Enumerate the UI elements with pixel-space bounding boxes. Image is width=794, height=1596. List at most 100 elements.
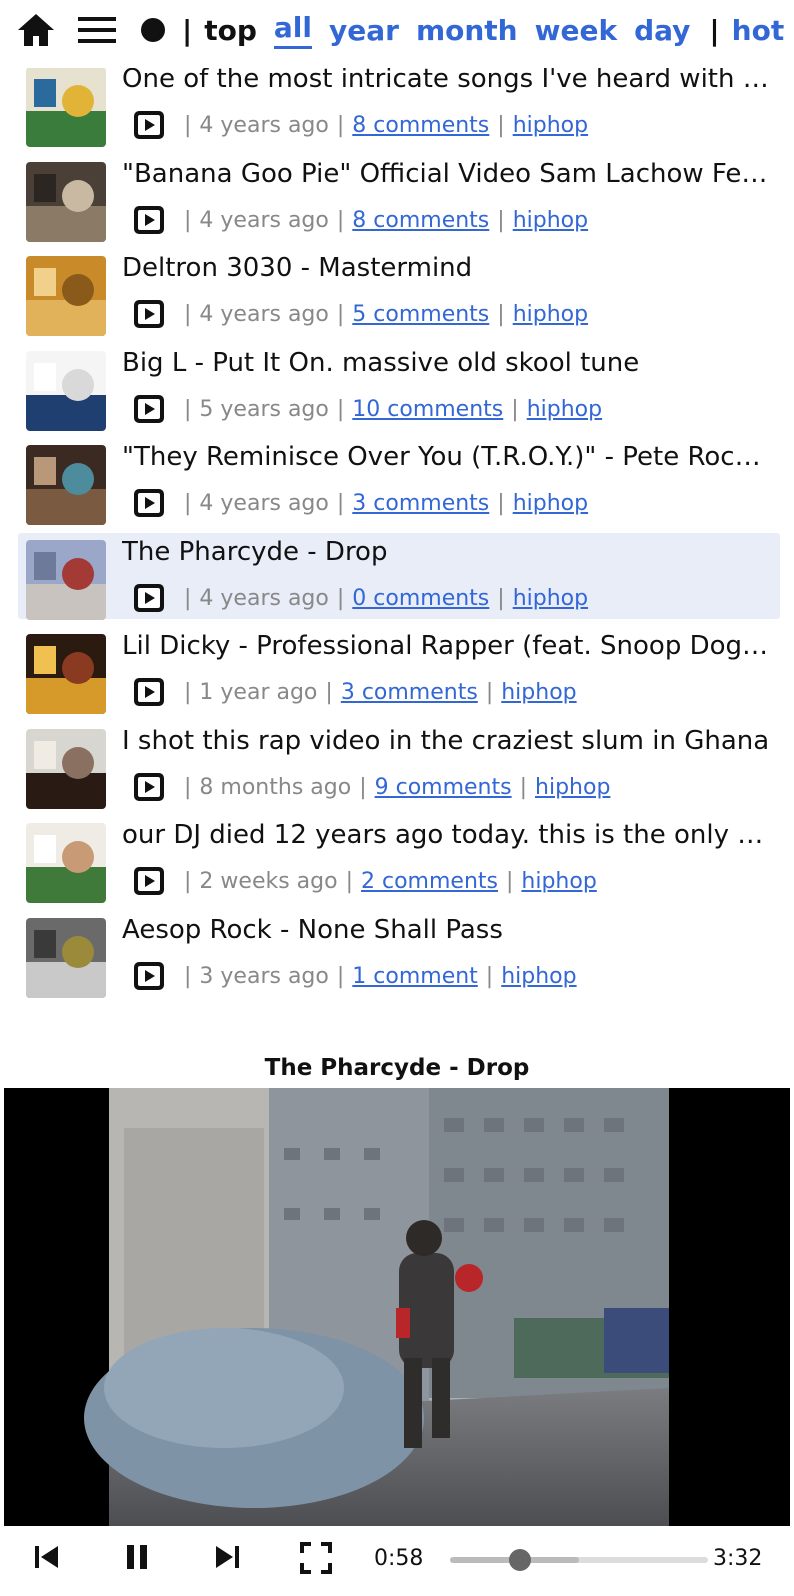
play-box-icon[interactable] bbox=[132, 204, 166, 236]
list-item[interactable]: The Pharcyde - Drop | 4 years ago | 0 commen… bbox=[18, 533, 780, 620]
item-title[interactable]: The Pharcyde - Drop bbox=[122, 537, 772, 567]
video-thumbnail[interactable] bbox=[26, 162, 106, 242]
skip-previous-icon[interactable] bbox=[32, 1542, 62, 1576]
meta-separator: | bbox=[325, 679, 333, 705]
tag-link[interactable]: hiphop bbox=[527, 397, 602, 422]
item-meta: | 8 months ago | 9 comments | hiphop bbox=[132, 770, 610, 804]
item-meta: | 4 years ago | 0 comments | hiphop bbox=[132, 581, 588, 615]
meta-separator: | bbox=[336, 301, 345, 327]
video-thumbnail[interactable] bbox=[26, 68, 106, 147]
tag-link[interactable]: hiphop bbox=[535, 775, 610, 800]
list-item[interactable]: Lil Dicky - Professional Rapper (feat. S… bbox=[18, 627, 780, 714]
comments-link[interactable]: 5 comments bbox=[352, 302, 489, 327]
list-item[interactable]: I shot this rap video in the craziest sl… bbox=[18, 722, 780, 809]
list-item[interactable]: Big L - Put It On. massive old skool tun… bbox=[18, 344, 780, 431]
sort-top-label[interactable]: top bbox=[204, 14, 257, 47]
play-box-icon[interactable] bbox=[132, 676, 166, 708]
meta-separator: | bbox=[359, 774, 367, 800]
tag-link[interactable]: hiphop bbox=[513, 302, 588, 327]
tab-all[interactable]: all bbox=[273, 11, 312, 49]
seek-handle[interactable] bbox=[509, 1549, 532, 1571]
player-controls: 0:58 3:32 bbox=[4, 1526, 790, 1592]
item-meta: | 5 years ago | 10 comments | hiphop bbox=[132, 392, 602, 426]
tag-link[interactable]: hiphop bbox=[513, 208, 588, 233]
tag-link[interactable]: hiphop bbox=[513, 113, 588, 138]
video-frame[interactable] bbox=[4, 1088, 790, 1526]
item-title[interactable]: our DJ died 12 years ago today. this is … bbox=[122, 820, 772, 850]
list-item[interactable]: Deltron 3030 - Mastermind | 4 years ago | 5 … bbox=[18, 249, 780, 336]
item-meta: | 1 year ago | 3 comments | hiphop bbox=[132, 675, 577, 709]
video-thumbnail[interactable] bbox=[26, 823, 106, 903]
comments-link[interactable]: 2 comments bbox=[361, 869, 498, 894]
comments-link[interactable]: 0 comments bbox=[352, 586, 489, 611]
meta-separator: | bbox=[184, 868, 192, 894]
play-box-icon[interactable] bbox=[132, 487, 166, 519]
comments-link[interactable]: 9 comments bbox=[375, 775, 512, 800]
meta-separator: | bbox=[184, 679, 192, 705]
item-title[interactable]: Lil Dicky - Professional Rapper (feat. S… bbox=[122, 631, 772, 661]
tab-day[interactable]: day bbox=[634, 14, 690, 47]
circle-icon[interactable] bbox=[140, 15, 166, 45]
play-box-icon[interactable] bbox=[132, 298, 166, 330]
tab-hot[interactable]: hot bbox=[732, 14, 785, 47]
list-item[interactable]: One of the most intricate songs I've hea… bbox=[18, 68, 780, 147]
item-age: 3 years ago bbox=[199, 963, 329, 989]
comments-link[interactable]: 1 comment bbox=[352, 964, 478, 989]
play-box-icon[interactable] bbox=[132, 865, 166, 897]
comments-link[interactable]: 8 comments bbox=[352, 113, 489, 138]
play-box-icon[interactable] bbox=[132, 960, 166, 992]
home-icon[interactable] bbox=[16, 8, 56, 52]
item-title[interactable]: "They Reminisce Over You (T.R.O.Y.)" - P… bbox=[122, 442, 772, 472]
item-title[interactable]: Big L - Put It On. massive old skool tun… bbox=[122, 348, 772, 378]
pause-icon[interactable] bbox=[122, 1542, 152, 1576]
item-title[interactable]: One of the most intricate songs I've hea… bbox=[122, 68, 772, 94]
item-title[interactable]: Aesop Rock - None Shall Pass bbox=[122, 915, 772, 945]
tab-week[interactable]: week bbox=[535, 14, 617, 47]
video-thumbnail[interactable] bbox=[26, 351, 106, 431]
video-thumbnail[interactable] bbox=[26, 729, 106, 809]
meta-separator: | bbox=[184, 207, 192, 233]
meta-separator: | bbox=[497, 585, 505, 611]
meta-separator: | bbox=[184, 774, 192, 800]
skip-next-icon[interactable] bbox=[212, 1542, 242, 1576]
play-box-icon[interactable] bbox=[132, 393, 166, 425]
play-box-icon[interactable] bbox=[132, 109, 166, 141]
tab-year[interactable]: year bbox=[329, 14, 399, 47]
tag-link[interactable]: hiphop bbox=[513, 586, 588, 611]
video-thumbnail[interactable] bbox=[26, 540, 106, 620]
item-title[interactable]: I shot this rap video in the craziest sl… bbox=[122, 726, 772, 756]
list-item[interactable]: our DJ died 12 years ago today. this is … bbox=[18, 816, 780, 903]
meta-separator: | bbox=[184, 585, 192, 611]
tag-link[interactable]: hiphop bbox=[501, 680, 576, 705]
list-item[interactable]: "Banana Goo Pie" Official Video Sam Lach… bbox=[18, 155, 780, 242]
video-thumbnail[interactable] bbox=[26, 918, 106, 998]
tag-link[interactable]: hiphop bbox=[521, 869, 596, 894]
item-age: 4 years ago bbox=[199, 112, 329, 138]
tag-link[interactable]: hiphop bbox=[501, 964, 576, 989]
item-title[interactable]: "Banana Goo Pie" Official Video Sam Lach… bbox=[122, 159, 772, 189]
top-navigation-bar: | top all year month week day | hot bbox=[0, 0, 794, 60]
tab-month[interactable]: month bbox=[416, 14, 518, 47]
item-age: 4 years ago bbox=[199, 490, 329, 516]
comments-link[interactable]: 10 comments bbox=[352, 397, 503, 422]
item-age: 1 year ago bbox=[199, 679, 318, 705]
seek-bar[interactable] bbox=[450, 1549, 708, 1571]
item-title[interactable]: Deltron 3030 - Mastermind bbox=[122, 253, 772, 283]
fullscreen-icon[interactable] bbox=[300, 1542, 332, 1578]
video-thumbnail[interactable] bbox=[26, 445, 106, 525]
video-thumbnail[interactable] bbox=[26, 256, 106, 336]
video-thumbnail[interactable] bbox=[26, 634, 106, 714]
play-box-icon[interactable] bbox=[132, 771, 166, 803]
list-item[interactable]: Aesop Rock - None Shall Pass | 3 years ago… bbox=[18, 911, 780, 998]
meta-separator: | bbox=[505, 868, 514, 894]
meta-separator: | bbox=[497, 490, 505, 516]
comments-link[interactable]: 8 comments bbox=[352, 208, 489, 233]
item-age: 4 years ago bbox=[199, 301, 329, 327]
player-title: The Pharcyde - Drop bbox=[264, 1055, 530, 1081]
comments-link[interactable]: 3 comments bbox=[352, 491, 489, 516]
list-item[interactable]: "They Reminisce Over You (T.R.O.Y.)" - P… bbox=[18, 438, 780, 525]
play-box-icon[interactable] bbox=[132, 582, 166, 614]
comments-link[interactable]: 3 comments bbox=[341, 680, 478, 705]
hamburger-menu-icon[interactable] bbox=[78, 8, 116, 52]
tag-link[interactable]: hiphop bbox=[513, 491, 588, 516]
